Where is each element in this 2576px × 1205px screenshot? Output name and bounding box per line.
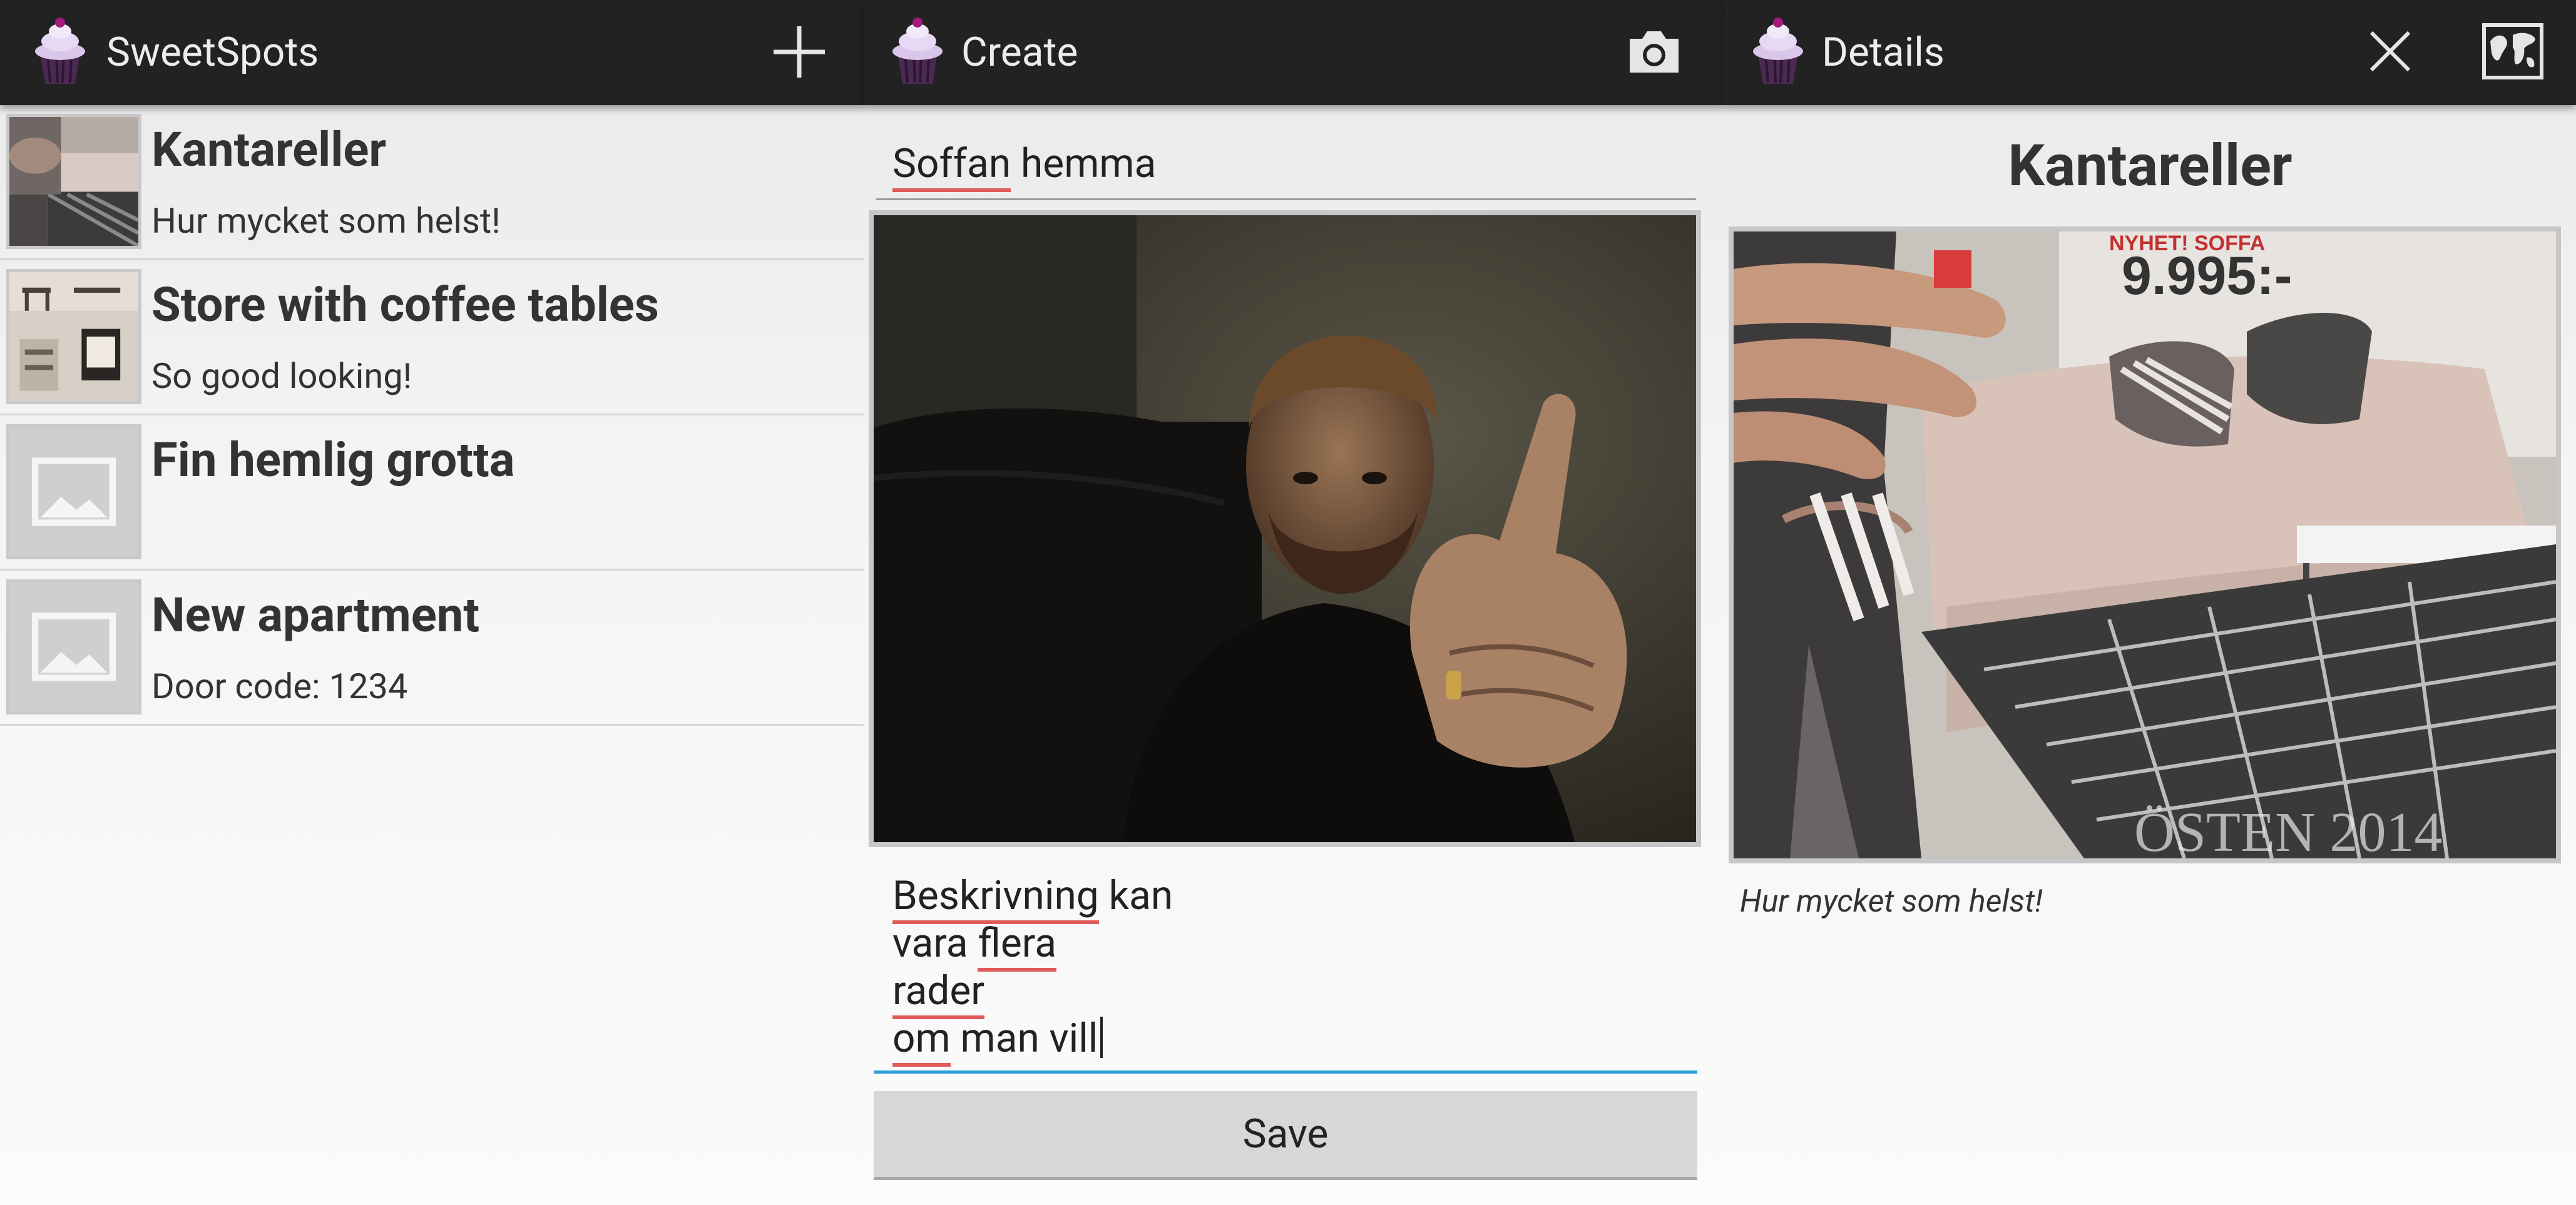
photo-price-text: 9.995:- [2122,246,2292,306]
item-title: Kantareller [151,121,387,178]
text-cursor [1100,1017,1103,1058]
spelling-underline: flera [978,920,1056,972]
description-line: vara flera [892,920,1056,972]
description-line: Beskrivning kan [892,872,1173,924]
create-title: Create [961,29,1078,76]
spelling-underline: rader [892,967,984,1019]
spelling-underline: om [892,1015,951,1067]
map-icon[interactable] [2481,23,2544,80]
description-text: kan [1098,872,1173,919]
description-line: om man vill [892,1015,1103,1067]
details-photo[interactable]: NYHET! SOFFA 9.995:- ÖSTEN 2014 [1729,226,2561,863]
name-value-rest: hemma [1011,140,1157,187]
description-text: vara [892,920,978,967]
details-heading: Kantareller [2008,133,2292,200]
spots-list: Kantareller Hur mycket som helst! Store … [0,105,864,726]
save-button[interactable]: Save [874,1091,1697,1180]
spots-list-panel: SweetSpots Kantareller Hur mycket som he… [0,0,864,1205]
item-title: Store with coffee tables [151,277,659,333]
photo-bottom-text: ÖSTEN 2014 [2134,801,2443,858]
list-item[interactable]: Fin hemlig grotta [0,415,864,571]
create-action-bar: Create [864,0,1724,105]
item-title: Fin hemlig grotta [151,432,515,488]
item-description: Hur mycket som helst! [151,200,501,242]
item-title: New apartment [151,587,480,643]
cupcake-app-icon[interactable] [1749,16,1807,86]
spelling-underline: Beskrivning [892,872,1099,924]
app-title: SweetSpots [106,29,319,76]
description-line: rader [892,967,984,1019]
image-placeholder-icon [6,579,141,714]
image-placeholder-icon [6,424,141,559]
details-description: Hur mycket som helst! [1740,883,2043,920]
name-input-value: Soffan hemma [892,140,1157,192]
spelling-underline: Soffan [892,140,1011,192]
description-textarea[interactable]: Beskrivning kan vara flera rader om man … [874,863,1697,1074]
list-item[interactable]: Kantareller Hur mycket som helst! [0,105,864,260]
details-title: Details [1822,29,1945,76]
description-text: man vill [950,1015,1098,1062]
cupcake-app-icon[interactable] [31,16,89,86]
item-description: Door code: 1234 [151,666,408,707]
thumbnail-image [6,114,141,249]
add-icon[interactable] [771,24,827,80]
captured-photo[interactable] [869,210,1701,847]
list-action-bar: SweetSpots [0,0,864,105]
camera-icon[interactable] [1627,28,1681,75]
list-item[interactable]: Store with coffee tables So good looking… [0,260,864,415]
item-description: So good looking! [151,355,412,397]
close-icon[interactable] [2368,29,2413,74]
details-action-bar: Details [1724,0,2576,105]
list-item[interactable]: New apartment Door code: 1234 [0,571,864,726]
thumbnail-image [6,269,141,404]
cupcake-app-icon[interactable] [889,16,946,86]
